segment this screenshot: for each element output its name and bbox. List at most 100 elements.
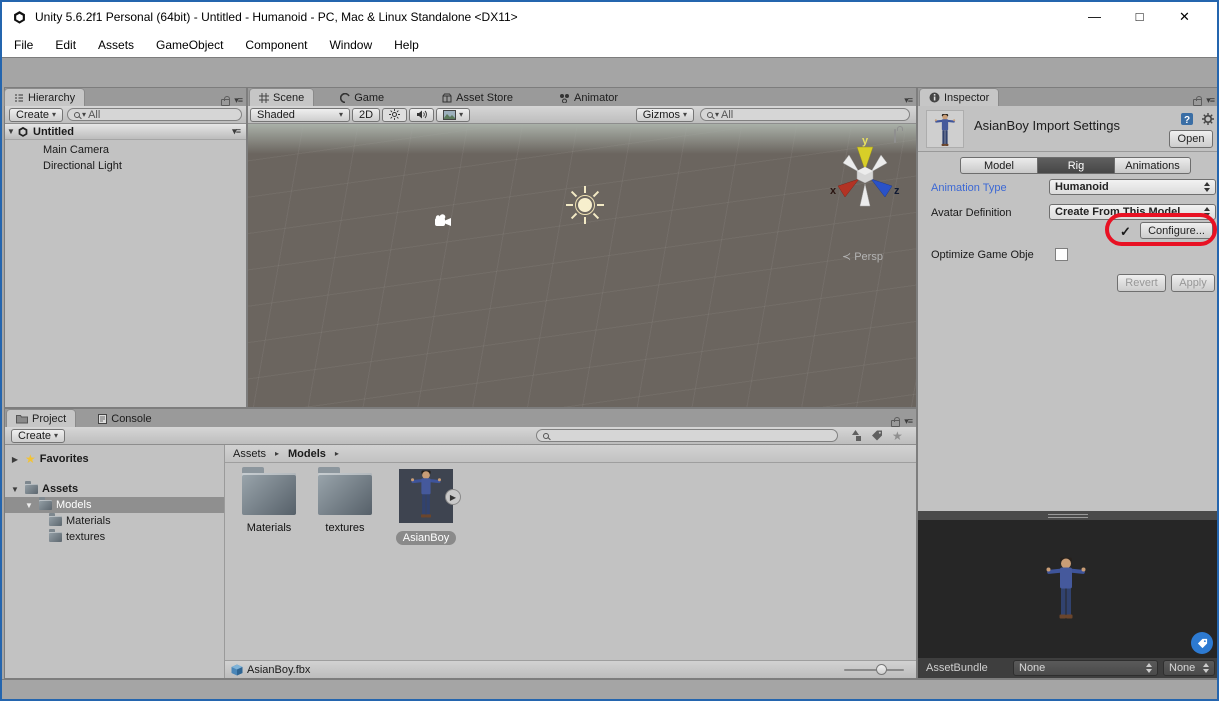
2d-toggle-button[interactable]: 2D [352, 108, 380, 122]
tpose-figure-icon [1046, 544, 1086, 632]
project-status-bar: AsianBoy.fbx [225, 660, 916, 678]
sun-icon [389, 109, 400, 120]
tab-scene[interactable]: Scene [250, 89, 313, 106]
folder-icon [318, 473, 372, 515]
folder-icon [39, 500, 52, 510]
tab-model[interactable]: Model [960, 157, 1037, 174]
scene-orientation-gizmo[interactable]: y x z [830, 134, 900, 216]
scene-effects-dropdown[interactable]: ▾ [436, 108, 470, 122]
breadcrumb-models[interactable]: Models [288, 448, 326, 460]
lock-icon[interactable] [891, 420, 900, 427]
assetbundle-variant-dropdown[interactable]: None [1163, 660, 1215, 676]
project-tree-favorites[interactable]: ▶ ★ Favorites [5, 451, 224, 467]
pane-menu-icon[interactable]: ▾≡ [234, 95, 242, 106]
search-icon [543, 433, 549, 439]
tab-asset-store[interactable]: Asset Store [433, 89, 522, 106]
assetbundle-tag-icon[interactable] [1191, 632, 1213, 654]
asset-textures[interactable]: textures [314, 473, 376, 534]
assetbundle-dropdown[interactable]: None [1013, 660, 1158, 676]
expander-icon[interactable]: ▶ [9, 455, 21, 464]
menu-window[interactable]: Window [329, 38, 372, 52]
scene-lighting-button[interactable] [382, 108, 407, 122]
project-tree-materials[interactable]: Materials [5, 513, 224, 529]
folder-icon [242, 473, 296, 515]
project-tree-assets[interactable]: ▼ Assets [5, 481, 224, 497]
menu-assets[interactable]: Assets [98, 38, 134, 52]
search-by-type-icon[interactable] [850, 430, 863, 442]
animation-type-dropdown[interactable]: Humanoid [1049, 179, 1216, 195]
maximize-button[interactable]: □ [1117, 9, 1162, 25]
thumbnail-size-slider[interactable] [844, 669, 904, 671]
asset-asianboy[interactable]: ▶ AsianBoy [390, 467, 462, 545]
expander-icon[interactable]: ▼ [9, 485, 21, 494]
pane-menu-icon[interactable]: ▾≡ [1206, 95, 1214, 106]
tab-rig[interactable]: Rig [1037, 157, 1114, 174]
window-title: Unity 5.6.2f1 Personal (64bit) - Untitle… [35, 10, 518, 24]
project-tree-models[interactable]: ▼ Models [5, 497, 224, 513]
directional-light-gizmo-icon[interactable] [564, 184, 606, 226]
axis-z-label: z [894, 185, 900, 197]
annotation-configure-highlight [1105, 213, 1217, 246]
gear-icon[interactable] [1201, 112, 1215, 126]
updown-arrows-icon [1202, 663, 1209, 673]
perspective-label[interactable]: ≺ Persp [842, 250, 883, 263]
revert-button[interactable]: Revert [1117, 274, 1166, 292]
optimize-checkbox[interactable] [1055, 248, 1068, 261]
breadcrumb-assets[interactable]: Assets [233, 448, 266, 460]
hierarchy-item-directional-light[interactable]: Directional Light [5, 158, 246, 174]
tab-hierarchy[interactable]: Hierarchy [5, 89, 84, 106]
folder-icon [49, 532, 62, 542]
asset-expand-icon[interactable]: ▶ [445, 489, 461, 505]
slider-thumb[interactable] [876, 664, 887, 675]
scene-lock-icon[interactable] [894, 130, 896, 142]
tab-animations[interactable]: Animations [1114, 157, 1191, 174]
project-tree-textures[interactable]: textures [5, 529, 224, 545]
saved-search-star-icon[interactable]: ★ [892, 429, 903, 443]
minimize-button[interactable]: — [1072, 9, 1117, 25]
camera-gizmo-icon[interactable] [433, 214, 453, 229]
asianboy-thumbnail: ▶ [399, 469, 453, 523]
menu-help[interactable]: Help [394, 38, 419, 52]
asset-materials[interactable]: Materials [238, 473, 300, 534]
expander-icon[interactable]: ▼ [5, 127, 17, 136]
menu-gameobject[interactable]: GameObject [156, 38, 223, 52]
draw-mode-dropdown[interactable]: Shaded ▾ [250, 108, 350, 122]
tab-game[interactable]: Game [331, 89, 393, 106]
tab-project[interactable]: Project [7, 410, 75, 427]
animation-type-label: Animation Type [931, 182, 1007, 194]
folder-icon [25, 484, 38, 494]
open-button[interactable]: Open [1169, 130, 1213, 148]
scene-search-input[interactable]: ▾ All [700, 108, 910, 121]
close-button[interactable]: ✕ [1162, 9, 1207, 25]
project-search-input[interactable] [536, 429, 838, 442]
scene-audio-button[interactable] [409, 108, 434, 122]
tab-animator[interactable]: Animator [550, 89, 627, 106]
scene-viewport[interactable]: y x z ≺ Persp [248, 124, 916, 407]
hierarchy-list-icon [14, 93, 24, 103]
menu-component[interactable]: Component [245, 38, 307, 52]
menu-file[interactable]: File [14, 38, 33, 52]
scene-menu-icon[interactable]: ▾≡ [232, 126, 240, 137]
lock-icon[interactable] [1193, 99, 1202, 106]
scene-header-row[interactable]: ▼ Untitled ▾≡ [5, 124, 246, 140]
pane-menu-icon[interactable]: ▾≡ [904, 416, 912, 427]
menu-edit[interactable]: Edit [55, 38, 76, 52]
project-create-button[interactable]: Create ▾ [11, 429, 65, 443]
pane-menu-icon[interactable]: ▾≡ [904, 95, 912, 106]
breadcrumb: Assets ▸ Models ▸ [225, 445, 916, 463]
model-preview[interactable] [918, 520, 1218, 658]
hierarchy-search-input[interactable]: ▾ All [67, 108, 242, 121]
hierarchy-item-main-camera[interactable]: Main Camera [5, 142, 246, 158]
help-icon[interactable]: ? [1180, 112, 1194, 126]
preview-resize-handle[interactable] [918, 511, 1218, 520]
lock-icon[interactable] [221, 99, 230, 106]
gizmos-dropdown[interactable]: Gizmos ▾ [636, 108, 694, 122]
expander-icon[interactable]: ▼ [23, 501, 35, 510]
hierarchy-create-button[interactable]: Create ▾ [9, 108, 63, 122]
axis-y-label: y [862, 135, 869, 147]
tab-console[interactable]: Console [89, 410, 160, 427]
apply-button[interactable]: Apply [1171, 274, 1215, 292]
breadcrumb-arrow-icon: ▸ [331, 449, 343, 458]
search-by-label-icon[interactable] [871, 430, 884, 442]
tab-inspector[interactable]: Inspector [920, 89, 998, 106]
